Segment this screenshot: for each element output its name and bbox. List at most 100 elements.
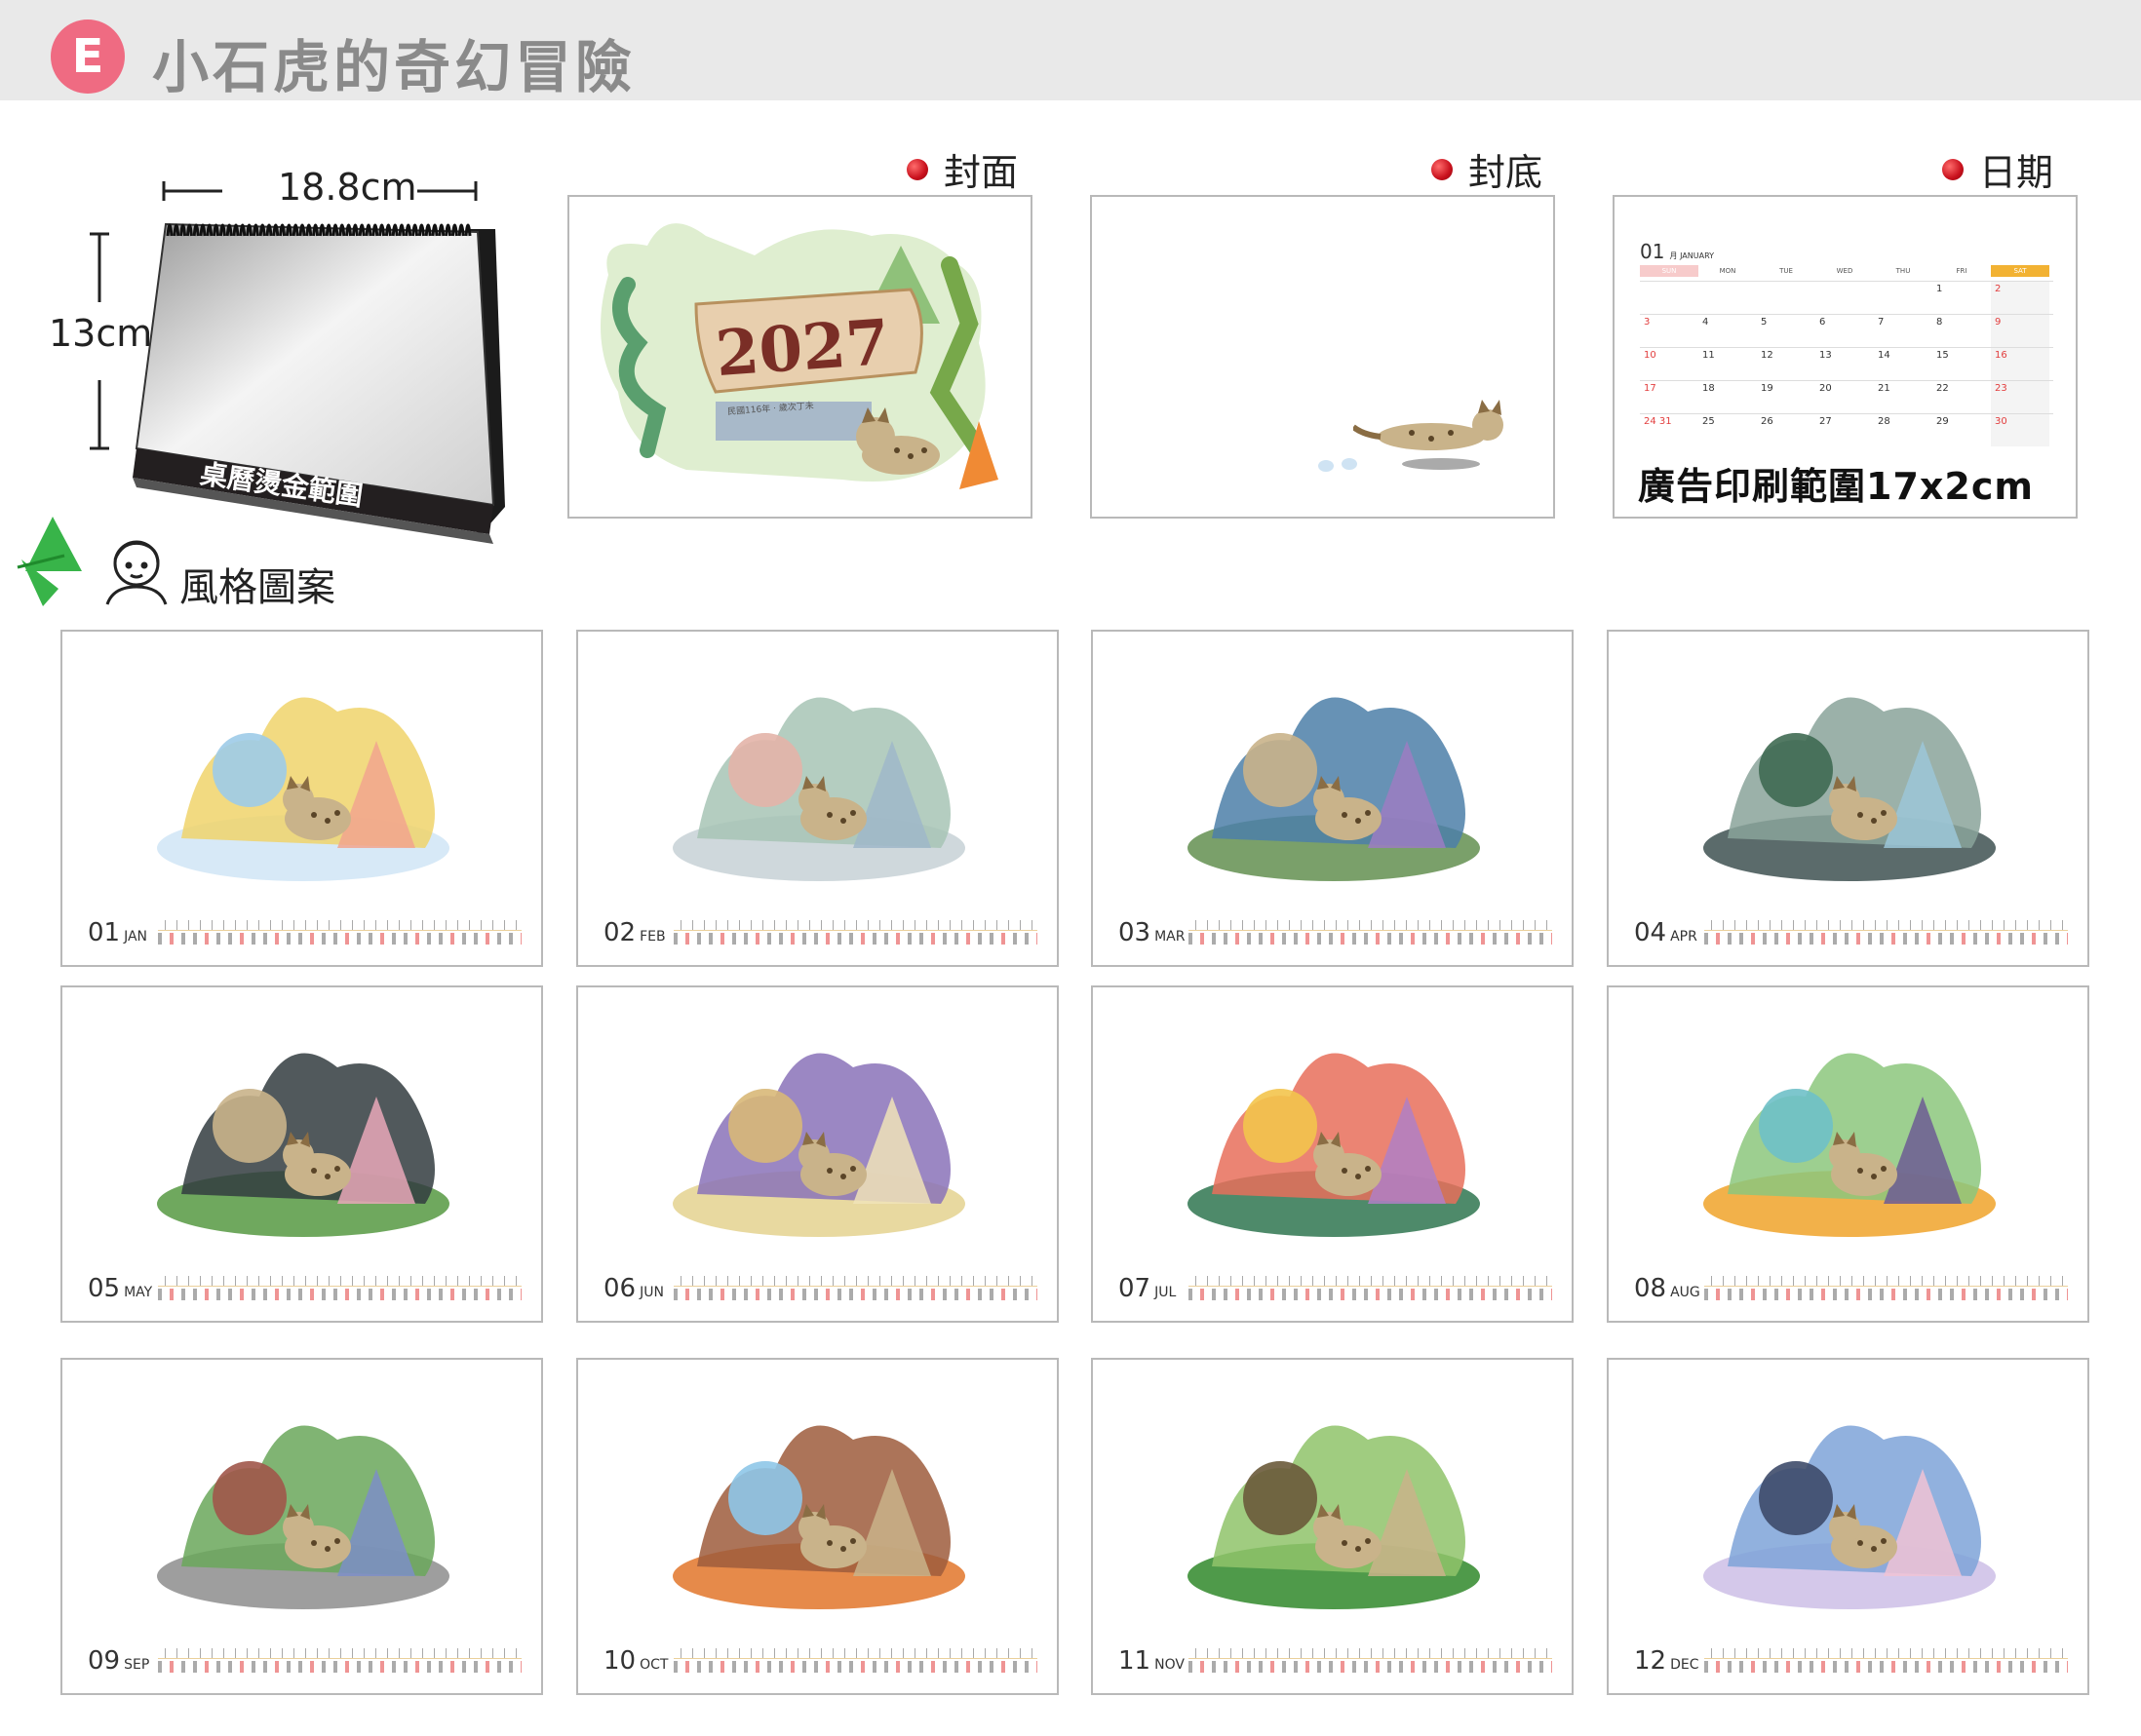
cover-preview: 2027 民國116年 · 歲次丁未 [567,195,1032,519]
ad-print-area-label: 廣告印刷範圍17x2cm [1638,465,2034,508]
month-card-oct: 10 OCT [576,1358,1059,1695]
calendar-day: 26 [1761,416,1773,427]
weekday-header: SAT [1991,265,2049,277]
month-label: 06 JUN [603,1274,664,1303]
factory-smoke-rain-illustration [1703,697,1996,881]
month-number: 03 [1118,918,1151,947]
calendar-day: 4 [1702,317,1709,328]
calendar-week-row: 12 [1640,281,2053,314]
calendar-day: 13 [1819,350,1832,361]
month-number: 05 [88,1274,121,1303]
calendar-day [1640,282,1698,314]
month-number: 12 [1634,1646,1667,1676]
calendar-day: 18 [1702,383,1715,394]
weekday-header: MON [1719,267,1736,275]
calendar-day: 9 [1991,315,2049,347]
calendar-day [1874,282,1932,314]
calendar-day: 25 [1702,416,1715,427]
day-strip [1188,1276,1552,1300]
month-card-feb: 02 FEB [576,630,1059,967]
waterfall-energy-illustration [1703,1053,1996,1237]
weekday-header: WED [1836,267,1853,275]
penguin-glacier-illustration [1703,1425,1996,1609]
calendar-day: 8 [1936,317,1943,328]
triangle-arrow-icon [14,513,92,610]
month-card-jun: 06 JUN [576,985,1059,1323]
calendar-week-row: 17 18 19 20 21 22 23 [1640,380,2053,413]
calendar-day: 11 [1702,350,1715,361]
calendar-day: 15 [1936,350,1949,361]
month-name: AUG [1670,1285,1700,1300]
month-number: 09 [88,1646,121,1676]
month-label: 09 SEP [88,1646,149,1676]
polar-bear-float-illustration [157,697,449,881]
hermit-crab-illustration [673,1425,965,1609]
month-number: 10 [603,1646,637,1676]
month-name: MAY [124,1285,153,1300]
day-strip [674,1648,1037,1673]
city-buildings-illustration [673,697,965,881]
month-name: MAR [1154,929,1186,945]
calendar-day: 28 [1878,416,1890,427]
month-label: 04 APR [1634,918,1697,947]
calendar-grid: SUN MON TUE WED THU FRI SAT 1 2 3 4 5 6 7 8 9 10 11 12 13 14… [1640,265,2053,446]
month-card-may: 05 MAY [60,985,543,1323]
girl-face-icon [97,534,175,606]
calendar-day [1698,282,1757,314]
month-name: OCT [640,1657,669,1673]
month-number: 06 [603,1274,637,1303]
calendar-day: 16 [1991,348,2049,380]
calendar-day [1757,282,1815,314]
weekday-header: FRI [1956,267,1967,275]
month-name: JUN [640,1285,664,1300]
calendar-day: 17 [1644,383,1656,394]
calendar-day: 12 [1761,350,1773,361]
leopard-cat-illustration [842,402,959,493]
date-page-preview: 01 月 JANUARY SUN MON TUE WED THU FRI SAT 1 2 3 4 5 6… [1613,195,2078,519]
month-number: 11 [1118,1646,1151,1676]
cover-label: 封面 [907,142,1018,196]
calendar-day: 20 [1819,383,1832,394]
width-dimension-label: 18.8cm [278,166,417,209]
red-dot-icon [907,158,928,180]
month-card-sep: 09 SEP [60,1358,543,1695]
style-section-label: 風格圖案 [179,565,335,610]
month-number: 08 [1634,1274,1667,1303]
date-page-label: 日期 [1942,142,2053,196]
month-number: 04 [1634,918,1667,947]
day-strip [1188,920,1552,945]
month-name: JAN [124,929,148,945]
section-badge: E [51,19,125,94]
month-label: 03 MAR [1118,918,1185,947]
calendar-day: 6 [1819,317,1826,328]
calendar-day: 23 [1991,381,2049,413]
month-card-nov: 11 NOV [1091,1358,1574,1695]
height-dimension-label: 13cm [49,312,153,355]
desert-camel-illustration [673,1053,965,1237]
back-cover-preview [1090,195,1555,519]
month-card-jul: 07 JUL [1091,985,1574,1323]
page-title: 小石虎的奇幻冒險 [152,34,637,100]
month-label: 05 MAY [88,1274,152,1303]
paw-print-icon [1318,460,1334,472]
day-strip [674,1276,1037,1300]
day-strip [158,1648,522,1673]
month-label: 12 DEC [1634,1646,1699,1676]
calendar-day: 22 [1936,383,1949,394]
month-name: NOV [1154,1657,1185,1673]
calendar-day: 10 [1644,350,1656,361]
month-label: 02 FEB [603,918,666,947]
day-strip [1188,1648,1552,1673]
month-number: 07 [1118,1274,1151,1303]
month-card-dec: 12 DEC [1607,1358,2089,1695]
calendar-day [1815,282,1874,314]
month-card-apr: 04 APR [1607,630,2089,967]
running-cat-illustration [1351,398,1519,480]
day-strip [158,920,522,945]
calendar-week-row: 3 4 5 6 7 8 9 [1640,314,2053,347]
calendar-day: 1 [1936,284,1943,294]
paw-print-icon [1342,458,1357,470]
red-dot-icon [1431,158,1453,180]
calendar-day: 21 [1878,383,1890,394]
cat-hugging-earth-illustration [1187,697,1480,881]
